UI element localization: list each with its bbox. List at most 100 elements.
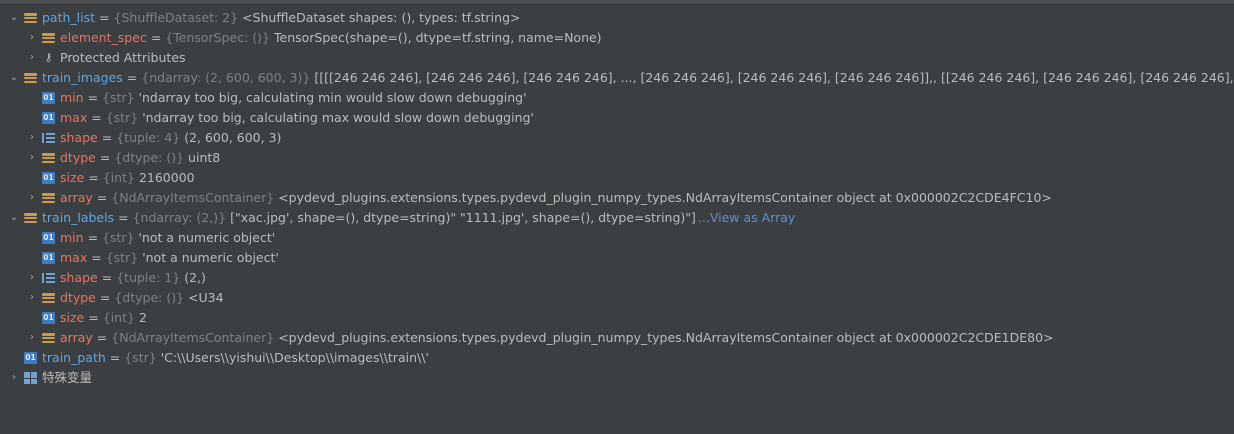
variable-value: 2160000 <box>138 170 195 185</box>
variable-name: element_spec <box>60 30 147 45</box>
equals-sign: = <box>96 190 108 205</box>
structure-icon <box>24 212 37 224</box>
chevron-right-icon[interactable]: › <box>26 328 38 348</box>
chevron-down-icon[interactable]: ⌄ <box>8 8 20 28</box>
variable-value: <pydevd_plugins.extensions.types.pydevd_… <box>278 190 1052 205</box>
chevron-right-icon[interactable]: › <box>26 288 38 308</box>
variable-name: size <box>60 170 85 185</box>
variable-value: TensorSpec(shape=(), dtype=tf.string, na… <box>274 30 602 45</box>
equals-sign: = <box>88 170 99 185</box>
tree-row-max[interactable]: 01 max = {str} 'ndarray too big, calcula… <box>0 108 1234 128</box>
variable-name: min <box>60 90 84 105</box>
equals-sign: = <box>150 30 162 45</box>
variable-type: {dtype: ()} <box>114 150 185 165</box>
key-icon: ⚷ <box>44 51 53 64</box>
equals-sign: = <box>88 310 99 325</box>
tree-row-shape[interactable]: › shape = {tuple: 4} (2, 600, 600, 3) <box>0 128 1234 148</box>
tree-row-min[interactable]: 01 min = {str} 'not a numeric object' <box>0 228 1234 248</box>
group-label: Protected Attributes <box>60 50 186 65</box>
tree-row-dtype[interactable]: › dtype = {dtype: ()} <U34 <box>0 288 1234 308</box>
tree-row-train-images[interactable]: ⌄ train_images = {ndarray: (2, 600, 600,… <box>0 68 1234 88</box>
variable-type: {str} <box>105 250 139 265</box>
tree-row-dtype[interactable]: › dtype = {dtype: ()} uint8 <box>0 148 1234 168</box>
view-as-array-link[interactable]: ...View as Array <box>698 208 795 228</box>
list-icon <box>42 132 55 144</box>
tree-row-protected-attributes[interactable]: › ⚷ Protected Attributes <box>0 48 1234 68</box>
variable-type: {tuple: 4} <box>116 130 181 145</box>
variable-type: {str} <box>105 110 139 125</box>
variable-type: {ndarray: (2,)} <box>132 210 227 225</box>
equals-sign: = <box>87 230 99 245</box>
equals-sign: = <box>118 210 129 225</box>
chevron-down-icon[interactable]: ⌄ <box>8 208 20 228</box>
tree-row-array[interactable]: › array = {NdArrayItemsContainer} <pydev… <box>0 328 1234 348</box>
variable-name: array <box>60 330 93 345</box>
equals-sign: = <box>99 10 110 25</box>
grid-icon <box>24 372 37 384</box>
equals-sign: = <box>99 290 111 305</box>
variable-type: {NdArrayItemsContainer} <box>111 330 275 345</box>
scalar-icon: 01 <box>42 112 55 124</box>
variable-name: shape <box>60 130 98 145</box>
equals-sign: = <box>91 250 102 265</box>
tree-row-train-labels[interactable]: ⌄ train_labels = {ndarray: (2,)} ["xac.j… <box>0 208 1234 228</box>
variable-type: {int} <box>102 310 135 325</box>
structure-icon <box>42 332 55 344</box>
chevron-right-icon[interactable]: › <box>8 368 20 388</box>
scalar-icon: 01 <box>42 92 55 104</box>
variable-name: max <box>60 110 88 125</box>
equals-sign: = <box>101 270 113 285</box>
scalar-icon: 01 <box>24 352 37 364</box>
variable-type: {int} <box>102 170 135 185</box>
chevron-right-icon[interactable]: › <box>26 48 38 68</box>
variables-tree: ⌄ path_list = {ShuffleDataset: 2} <Shuff… <box>0 5 1234 388</box>
chevron-right-icon[interactable]: › <box>26 268 38 288</box>
equals-sign: = <box>101 130 113 145</box>
variable-name: train_images <box>42 70 123 85</box>
variable-value: <ShuffleDataset shapes: (), types: tf.st… <box>242 10 521 25</box>
variable-type: {ndarray: (2, 600, 600, 3)} <box>141 70 311 85</box>
scalar-icon: 01 <box>42 312 55 324</box>
tree-row-size[interactable]: 01 size = {int} 2 <box>0 308 1234 328</box>
chevron-right-icon[interactable]: › <box>26 128 38 148</box>
structure-icon <box>42 32 55 44</box>
tree-row-path-list[interactable]: ⌄ path_list = {ShuffleDataset: 2} <Shuff… <box>0 8 1234 28</box>
variable-type: {TensorSpec: ()} <box>165 30 270 45</box>
tree-row-min[interactable]: 01 min = {str} 'ndarray too big, calcula… <box>0 88 1234 108</box>
variable-type: {NdArrayItemsContainer} <box>111 190 275 205</box>
equals-sign: = <box>99 150 111 165</box>
variable-value: <U34 <box>188 290 224 305</box>
scalar-icon: 01 <box>42 232 55 244</box>
chevron-right-icon[interactable]: › <box>26 28 38 48</box>
chevron-right-icon[interactable]: › <box>26 148 38 168</box>
equals-sign: = <box>87 90 99 105</box>
tree-row-array[interactable]: › array = {NdArrayItemsContainer} <pydev… <box>0 188 1234 208</box>
tree-row-special-variables[interactable]: › 特殊变量 <box>0 368 1234 388</box>
variable-value: ["xac.jpg', shape=(), dtype=string)" "11… <box>230 210 696 225</box>
tree-row-train-path[interactable]: 01 train_path = {str} 'C:\\Users\\yishui… <box>0 348 1234 368</box>
tree-row-max[interactable]: 01 max = {str} 'not a numeric object' <box>0 248 1234 268</box>
variable-name: dtype <box>60 150 96 165</box>
variable-name: train_path <box>42 350 106 365</box>
equals-sign: = <box>91 110 102 125</box>
variable-name: array <box>60 190 93 205</box>
equals-sign: = <box>126 70 138 85</box>
variable-name: max <box>60 250 88 265</box>
equals-sign: = <box>96 330 108 345</box>
scalar-icon: 01 <box>42 172 55 184</box>
variable-value: <pydevd_plugins.extensions.types.pydevd_… <box>278 330 1054 345</box>
chevron-down-icon[interactable]: ⌄ <box>8 68 20 88</box>
variable-type: {str} <box>102 230 135 245</box>
chevron-right-icon[interactable]: › <box>26 188 38 208</box>
variable-type: {dtype: ()} <box>114 290 185 305</box>
variable-name: path_list <box>42 10 96 25</box>
tree-row-shape[interactable]: › shape = {tuple: 1} (2,) <box>0 268 1234 288</box>
variable-value: uint8 <box>188 150 221 165</box>
structure-icon <box>42 192 55 204</box>
group-label: 特殊变量 <box>42 370 93 385</box>
variable-type: {tuple: 1} <box>116 270 181 285</box>
variable-value: 'ndarray too big, calculating max would … <box>142 110 534 125</box>
tree-row-element-spec[interactable]: › element_spec = {TensorSpec: ()} Tensor… <box>0 28 1234 48</box>
tree-row-size[interactable]: 01 size = {int} 2160000 <box>0 168 1234 188</box>
list-icon <box>42 272 55 284</box>
